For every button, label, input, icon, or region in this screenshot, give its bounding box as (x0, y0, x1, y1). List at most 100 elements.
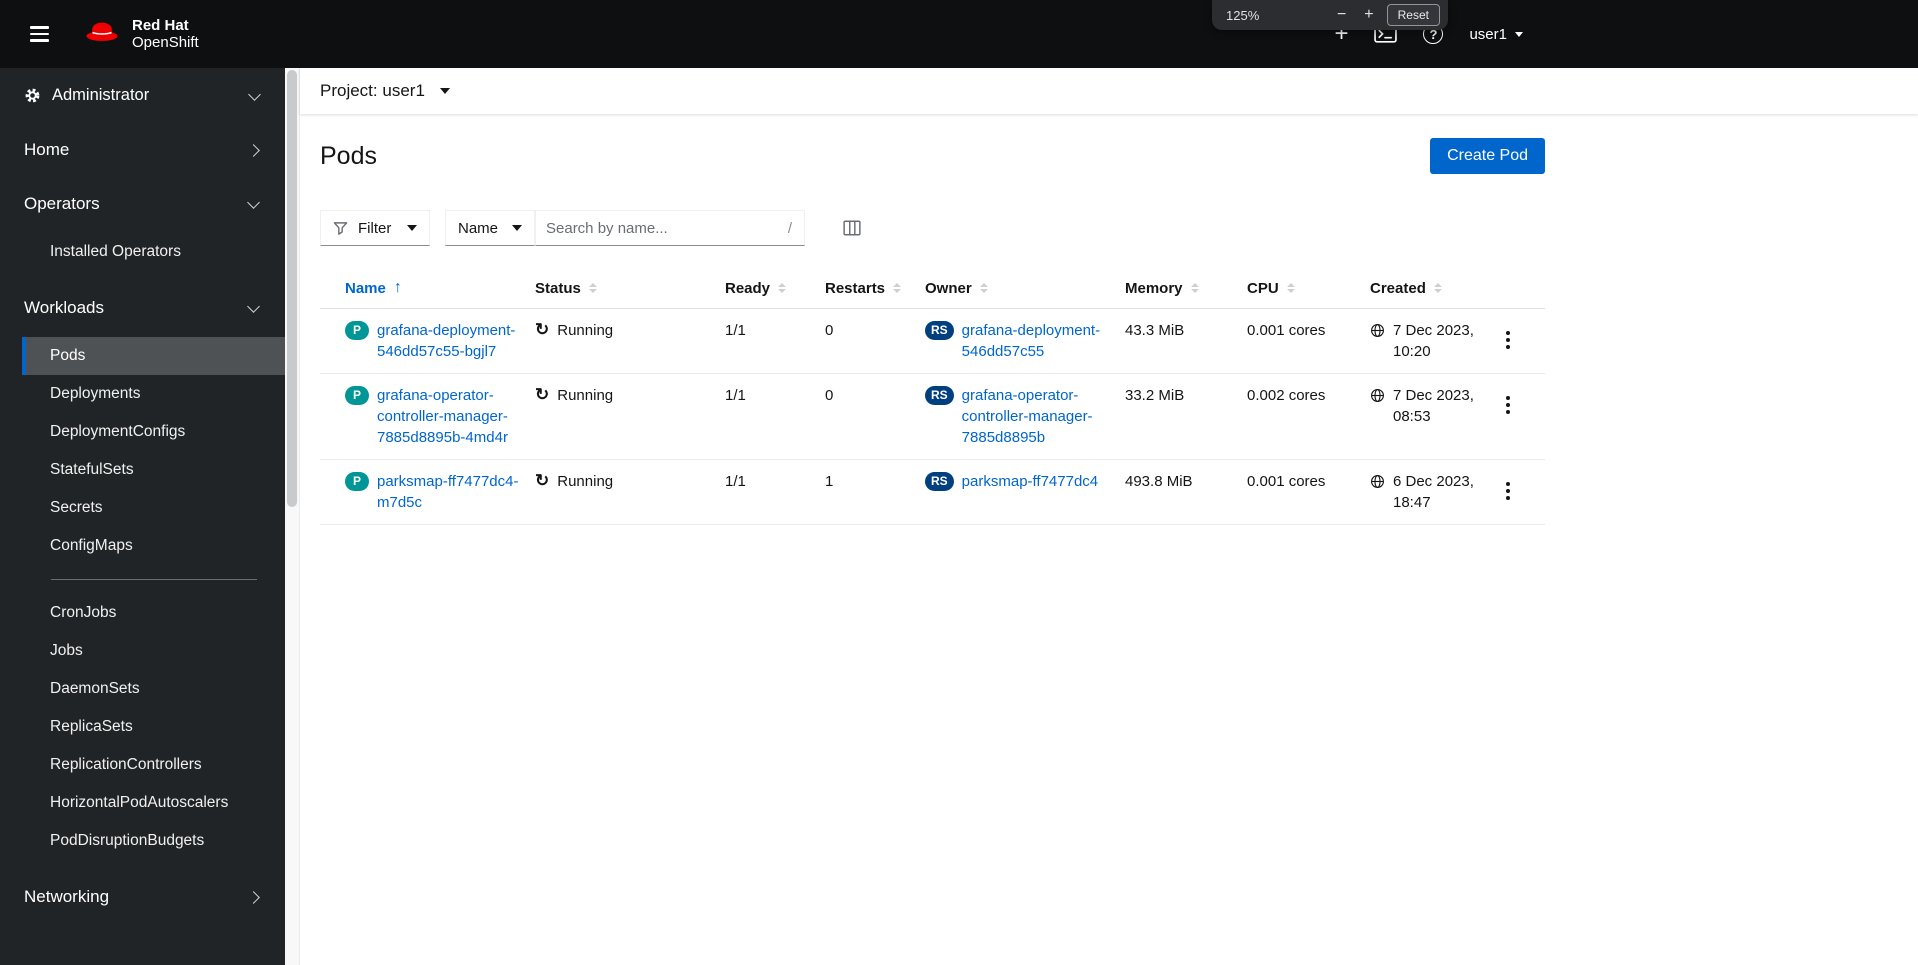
chevron-down-icon (247, 300, 260, 313)
memory-value: 33.2 MiB (1125, 373, 1247, 460)
menu-toggle-icon[interactable] (24, 20, 55, 48)
memory-value: 43.3 MiB (1125, 308, 1247, 374)
chevron-down-icon (407, 225, 417, 231)
redhat-fedora-icon (86, 22, 118, 41)
sync-running-icon: ↻ (535, 471, 550, 490)
replicaset-badge: RS (925, 321, 954, 340)
column-header-actions (1500, 268, 1545, 309)
row-kebab-button[interactable] (1500, 477, 1516, 505)
secrets-link[interactable]: Secrets (22, 489, 285, 527)
status-text: Running (557, 387, 614, 404)
perspective-switcher[interactable]: Administrator (0, 68, 285, 117)
username: user1 (1469, 25, 1507, 43)
sort-icon (588, 282, 597, 294)
replicationcontrollers-link[interactable]: ReplicationControllers (22, 746, 285, 784)
main-content: Project: user1 Pods Create Pod Filter Na… (300, 68, 1918, 965)
sidebar-item-workloads[interactable]: Workloads (0, 281, 285, 335)
column-header-restarts[interactable]: Restarts (825, 268, 925, 309)
cpu-value: 0.001 cores (1247, 459, 1370, 525)
zoom-in-button[interactable]: + (1355, 5, 1382, 25)
chevron-down-icon (512, 225, 522, 231)
table-row: P grafana-operator-controller-manager-78… (320, 373, 1545, 460)
sidebar-item-deployments: Deployments (22, 375, 285, 413)
ready-value: 1/1 (725, 308, 825, 374)
table-row: P grafana-deployment-546dd57c55-bgjl7 ↻ … (320, 308, 1545, 374)
column-header-cpu[interactable]: CPU (1247, 268, 1370, 309)
brand-logo: Red Hat OpenShift (81, 17, 199, 51)
sidebar-item-daemonsets: DaemonSets (22, 670, 285, 708)
sort-ascending-icon: ↑ (393, 279, 402, 296)
column-header-owner[interactable]: Owner (925, 268, 1125, 309)
pod-name-link[interactable]: grafana-operator-controller-manager-7885… (377, 387, 508, 446)
status-text: Running (557, 322, 614, 339)
sort-icon (1286, 282, 1295, 294)
manage-columns-button[interactable] (843, 219, 861, 237)
sidebar-nav: Administrator Home Operators Installed O… (0, 68, 285, 965)
restarts-value: 1 (825, 459, 925, 525)
poddisruptionbudgets-link[interactable]: PodDisruptionBudgets (22, 822, 285, 860)
search-type-dropdown[interactable]: Name (445, 210, 535, 246)
nav-divider (51, 579, 257, 580)
jobs-link[interactable]: Jobs (22, 632, 285, 670)
row-kebab-button[interactable] (1500, 391, 1516, 419)
pod-name-link[interactable]: parksmap-ff7477dc4-m7d5c (377, 473, 518, 511)
sort-icon (979, 282, 988, 294)
column-header-ready[interactable]: Ready (725, 268, 825, 309)
search-input[interactable] (546, 219, 786, 237)
replicaset-badge: RS (925, 386, 954, 405)
chevron-right-icon (247, 890, 260, 904)
chevron-down-icon (1515, 31, 1523, 37)
sort-icon (1433, 282, 1442, 294)
filter-funnel-icon (333, 221, 348, 235)
sidebar-item-horizontalpodautoscalers: HorizontalPodAutoscalers (22, 784, 285, 822)
project-label: Project: (320, 81, 378, 100)
installed-operators-link[interactable]: Installed Operators (22, 233, 285, 271)
restarts-value: 0 (825, 373, 925, 460)
row-kebab-button[interactable] (1500, 326, 1516, 354)
owner-link[interactable]: parksmap-ff7477dc4 (962, 473, 1098, 490)
brand-line2: OpenShift (132, 34, 199, 51)
replicasets-link[interactable]: ReplicaSets (22, 708, 285, 746)
project-value: user1 (382, 81, 425, 100)
create-pod-button[interactable]: Create Pod (1430, 138, 1545, 174)
scrollbar-thumb[interactable] (287, 70, 297, 507)
daemonsets-link[interactable]: DaemonSets (22, 670, 285, 708)
deployments-link[interactable]: Deployments (22, 375, 285, 413)
statefulsets-link[interactable]: StatefulSets (22, 451, 285, 489)
chevron-right-icon (247, 143, 260, 157)
sidebar-item-home[interactable]: Home (0, 123, 285, 177)
configmaps-link[interactable]: ConfigMaps (22, 527, 285, 565)
sidebar-item-installed-operators: Installed Operators (22, 233, 285, 271)
cronjobs-link[interactable]: CronJobs (22, 594, 285, 632)
owner-link[interactable]: grafana-operator-controller-manager-7885… (962, 387, 1093, 446)
zoom-out-button[interactable]: − (1328, 5, 1355, 25)
zoom-reset-button[interactable]: Reset (1386, 4, 1440, 26)
ready-value: 1/1 (725, 459, 825, 525)
brand-line1: Red Hat (132, 17, 189, 34)
user-menu[interactable]: user1 (1469, 26, 1523, 43)
column-header-status[interactable]: Status (535, 268, 725, 309)
owner-link[interactable]: grafana-deployment-546dd57c55 (962, 322, 1100, 360)
sidebar-item-operators[interactable]: Operators (0, 177, 285, 231)
filter-dropdown[interactable]: Filter (320, 210, 430, 246)
column-header-name[interactable]: Name ↑ (320, 268, 535, 309)
pod-name-link[interactable]: grafana-deployment-546dd57c55-bgjl7 (377, 322, 515, 360)
column-header-memory[interactable]: Memory (1125, 268, 1247, 309)
sidebar-item-configmaps: ConfigMaps (22, 527, 285, 565)
pods-link[interactable]: Pods (22, 337, 285, 375)
column-header-created[interactable]: Created (1370, 268, 1500, 309)
sidebar-item-networking[interactable]: Networking (0, 870, 285, 924)
zoom-level: 125% (1226, 7, 1260, 23)
pods-table: Name ↑ Status Ready Restarts Owner Memor… (320, 268, 1545, 525)
globe-icon (1371, 475, 1384, 488)
sidebar-item-poddisruptionbudgets: PodDisruptionBudgets (22, 822, 285, 860)
globe-icon (1371, 389, 1384, 402)
horizontalpodautoscalers-link[interactable]: HorizontalPodAutoscalers (22, 784, 285, 822)
created-timestamp: 6 Dec 2023, 18:47 (1393, 473, 1474, 511)
project-selector[interactable]: Project: user1 (300, 68, 1918, 114)
sidebar-item-replicationcontrollers: ReplicationControllers (22, 746, 285, 784)
browser-zoom-overlay: 125% − + Reset (1212, 0, 1448, 30)
search-type-label: Name (458, 219, 499, 237)
deploymentconfigs-link[interactable]: DeploymentConfigs (22, 413, 285, 451)
sort-icon (893, 282, 902, 294)
